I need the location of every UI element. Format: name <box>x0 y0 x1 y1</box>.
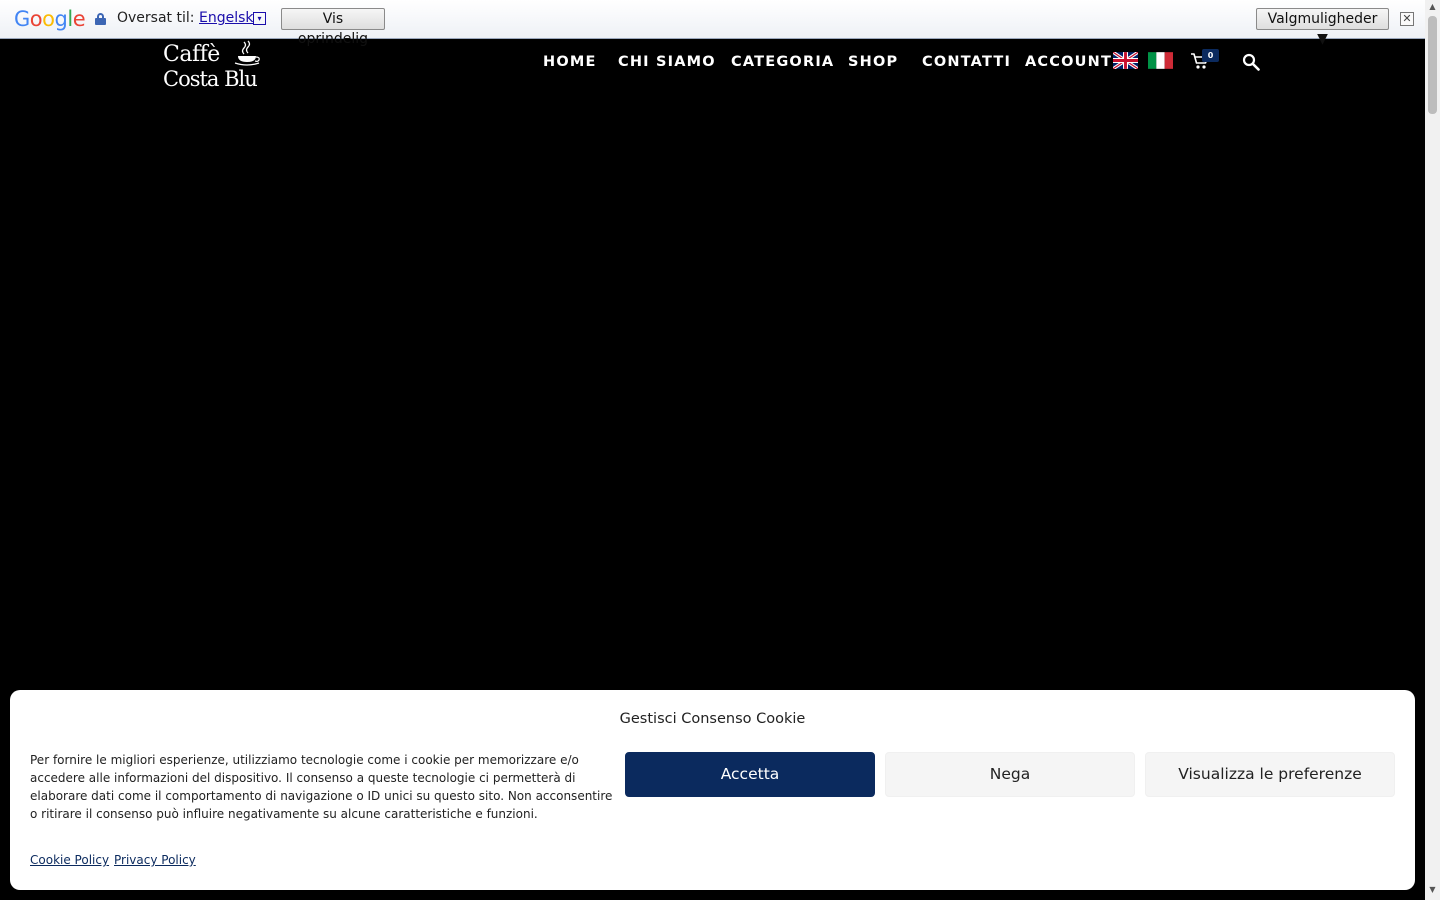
deny-button[interactable]: Nega <box>885 752 1135 797</box>
site-logo[interactable]: Caffè Costa Blu <box>162 40 267 94</box>
google-logo-letter: e <box>72 7 86 31</box>
google-logo-letter: o <box>29 7 43 31</box>
logo-line-2: Costa Blu <box>163 67 258 91</box>
nav-shop[interactable]: SHOP <box>848 52 898 72</box>
cookie-policy-link[interactable]: Cookie Policy <box>30 853 109 867</box>
google-logo: Google <box>14 7 86 31</box>
cookie-banner-title: Gestisci Consenso Cookie <box>619 711 806 727</box>
nav-home[interactable]: HOME <box>543 52 597 72</box>
accept-button[interactable]: Accetta <box>625 752 875 797</box>
language-dropdown-icon[interactable]: ▾ <box>253 12 266 25</box>
logo-line-1: Caffè <box>163 42 220 67</box>
cart-count-badge: 0 <box>1202 49 1219 62</box>
uk-flag-icon[interactable] <box>1113 52 1138 69</box>
translate-bar: Google Oversat til: Engelsk ▾ Vis oprind… <box>0 0 1440 47</box>
nav-categoria[interactable]: CATEGORIA <box>731 52 834 72</box>
cookie-consent-banner: Gestisci Consenso Cookie Per fornire le … <box>10 690 1415 890</box>
coffee-cup-icon <box>234 40 260 66</box>
target-language-link[interactable]: Engelsk <box>199 10 254 26</box>
show-original-button[interactable]: Vis oprindelig <box>281 8 385 47</box>
options-button[interactable]: Valgmuligheder ▼ <box>1256 8 1389 47</box>
cookie-banner-text: Per fornire le migliori esperienze, util… <box>30 753 613 821</box>
italy-flag-icon[interactable] <box>1148 52 1173 69</box>
scroll-up-icon[interactable]: ▲ <box>1425 2 1440 12</box>
lock-icon <box>95 13 106 25</box>
nav-account[interactable]: ACCOUNT <box>1025 52 1112 72</box>
privacy-policy-link[interactable]: Privacy Policy <box>114 853 196 867</box>
google-logo-letter: g <box>54 7 68 31</box>
google-logo-letter: G <box>14 7 30 31</box>
page-scrollbar[interactable]: ▲ ▼ <box>1425 0 1440 900</box>
nav-contatti[interactable]: CONTATTI <box>922 52 1011 72</box>
nav-chi-siamo[interactable]: CHI SIAMO <box>618 52 716 72</box>
view-preferences-button[interactable]: Visualizza le preferenze <box>1145 752 1395 797</box>
search-icon[interactable] <box>1242 53 1260 71</box>
translated-to-label: Oversat til: <box>117 10 195 26</box>
scroll-down-icon[interactable]: ▼ <box>1425 884 1440 896</box>
close-icon[interactable]: ✕ <box>1400 12 1414 26</box>
google-logo-letter: o <box>42 7 55 31</box>
scrollbar-thumb[interactable] <box>1428 16 1437 114</box>
